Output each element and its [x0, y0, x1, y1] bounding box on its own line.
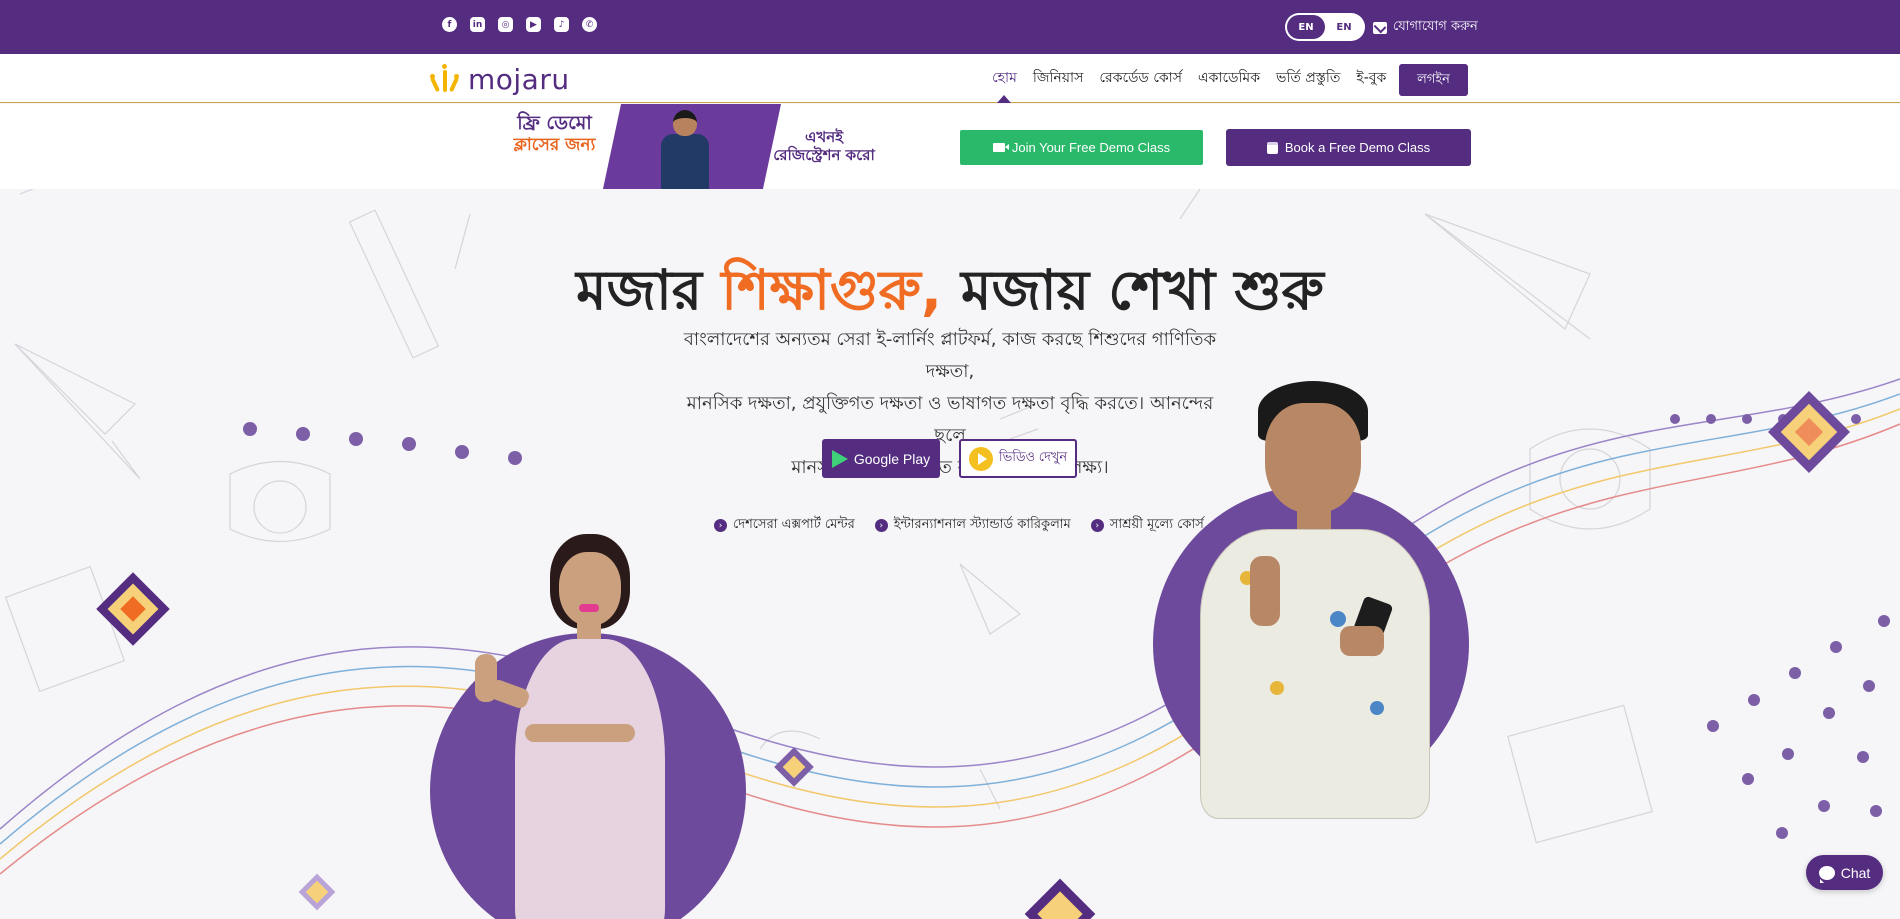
hero-title-highlight: শিক্ষাগুরু, — [721, 258, 942, 322]
free-demo-banner[interactable]: ফ্রি ডেমো ক্লাসের জন্য এখনই রেজিস্ট্রেশন… — [507, 104, 883, 189]
watch-video-button[interactable]: ভিডিও দেখুন — [959, 439, 1077, 478]
chat-label: Chat — [1840, 864, 1871, 881]
mail-icon — [1373, 21, 1387, 34]
linkedin-icon[interactable]: in — [470, 17, 485, 32]
watch-video-label: ভিডিও দেখুন — [998, 449, 1068, 464]
hero-description-line-2: মানসিক দক্ষতা, প্রযুক্তিগত দক্ষতা ও ভাষা… — [686, 393, 1214, 446]
banner-line-1: ফ্রি ডেমো — [517, 112, 592, 134]
hero-description-line-1: বাংলাদেশের অন্যতম সেরা ই-লার্নিং প্লাটফর… — [683, 329, 1217, 382]
girl-photo — [455, 534, 715, 919]
google-play-icon — [831, 449, 848, 468]
login-button[interactable]: লগইন — [1399, 64, 1468, 96]
banner-right-text: এখনই রেজিস্ট্রেশন করো — [765, 128, 883, 164]
chat-button[interactable]: Chat — [1806, 855, 1883, 890]
contact-label: যোগাযোগ করুন — [1393, 19, 1478, 34]
logo[interactable]: mojaru — [430, 63, 570, 96]
nav-item-recorded-course[interactable]: রেকর্ডেড কোর্স — [1091, 54, 1190, 102]
language-option[interactable]: EN — [1325, 15, 1363, 39]
feature-item: › ইন্টারন্যাশনাল স্ট্যান্ডার্ড কারিকুলাম — [874, 515, 1071, 536]
chat-bubble-icon — [1818, 865, 1835, 883]
language-toggle[interactable]: EN EN — [1285, 13, 1365, 41]
logo-mark-icon — [430, 63, 460, 94]
instagram-icon[interactable]: ◎ — [498, 17, 513, 32]
calendar-icon — [1266, 141, 1278, 154]
video-camera-icon — [992, 143, 1009, 152]
feature-label: দেশসেরা এক্সপার্ট মেন্টর — [733, 517, 855, 532]
banner-line-3: এখনই — [804, 128, 844, 146]
nav-item-home[interactable]: হোম — [984, 54, 1025, 103]
banner-line-4: রেজিস্ট্রেশন করো — [773, 146, 875, 164]
contact-link[interactable]: যোগাযোগ করুন — [1373, 17, 1478, 38]
hero-description: বাংলাদেশের অন্যতম সেরা ই-লার্নিং প্লাটফর… — [670, 324, 1230, 484]
arrow-right-icon: › — [874, 519, 888, 532]
hero-section: মজার শিক্ষাগুরু, মজায় শেখা শুরু বাংলাদে… — [0, 189, 1900, 919]
main-nav: mojaru হোম জিনিয়াস রেকর্ডেড কোর্স একাডে… — [0, 54, 1900, 103]
social-links: f in ◎ ▶ ♪ ✆ — [442, 17, 597, 32]
join-demo-label: Join Your Free Demo Class — [1011, 140, 1171, 155]
nav-item-academic[interactable]: একাডেমিক — [1190, 54, 1268, 102]
play-circle-icon — [968, 446, 993, 471]
whatsapp-icon[interactable]: ✆ — [582, 17, 597, 32]
nav-item-genius[interactable]: জিনিয়াস — [1025, 54, 1091, 102]
facebook-icon[interactable]: f — [442, 17, 457, 32]
nav-item-admission-prep[interactable]: ভর্তি প্রস্তুতি — [1268, 54, 1348, 102]
feature-item: › দেশসেরা এক্সপার্ট মেন্টর — [714, 515, 855, 536]
boy-photo — [1180, 381, 1450, 819]
feature-label: ইন্টারন্যাশনাল স্ট্যান্ডার্ড কারিকুলাম — [893, 517, 1071, 532]
youtube-icon[interactable]: ▶ — [526, 17, 541, 32]
arrow-right-icon: › — [714, 519, 727, 532]
hero-title-part-1: মজার — [576, 258, 722, 322]
book-demo-button[interactable]: Book a Free Demo Class — [1226, 129, 1471, 166]
nav-item-ebook[interactable]: ই-বুক — [1348, 54, 1394, 102]
banner-left-text: ফ্রি ডেমো ক্লাসের জন্য — [507, 112, 602, 156]
feature-list: › দেশসেরা এক্সপার্ট মেন্টর › ইন্টারন্যাশ… — [714, 515, 1204, 536]
join-demo-button[interactable]: Join Your Free Demo Class — [960, 130, 1203, 165]
banner-line-2: ক্লাসের জন্য — [513, 135, 596, 155]
google-play-label: Google Play — [853, 450, 931, 467]
top-bar: f in ◎ ▶ ♪ ✆ EN EN যোগাযোগ করুন — [0, 0, 1900, 54]
logo-text: mojaru — [468, 63, 570, 96]
book-demo-label: Book a Free Demo Class — [1284, 140, 1431, 155]
hero-title-part-2: মজায় শেখা শুরু — [941, 258, 1324, 322]
nav-menu: হোম জিনিয়াস রেকর্ডেড কোর্স একাডেমিক ভর্… — [984, 54, 1394, 103]
promo-strip: ফ্রি ডেমো ক্লাসের জন্য এখনই রেজিস্ট্রেশন… — [0, 104, 1900, 189]
banner-kid-image — [657, 110, 713, 189]
tiktok-icon[interactable]: ♪ — [554, 17, 569, 32]
google-play-button[interactable]: Google Play — [822, 439, 940, 478]
hero-description-line-3: মানসম্মত শিক্ষা নিশ্চিত করাই আমাদের লক্ষ… — [791, 457, 1109, 478]
arrow-right-icon: › — [1090, 519, 1104, 532]
language-option-active[interactable]: EN — [1287, 15, 1325, 39]
